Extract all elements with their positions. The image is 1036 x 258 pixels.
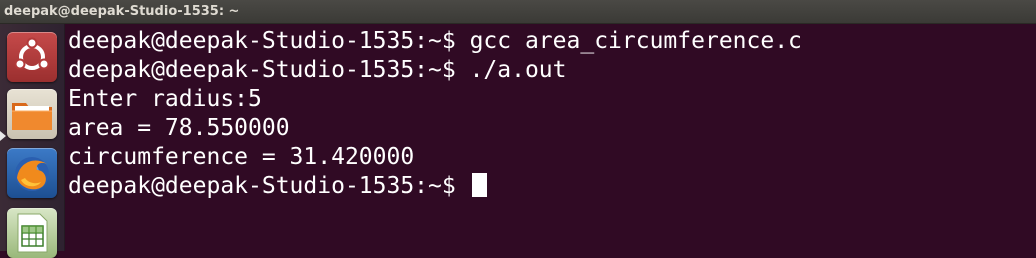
folder-icon xyxy=(12,103,52,130)
terminal-line: deepak@deepak-Studio-1535:~$ ./a.out xyxy=(68,57,567,83)
terminal-line: area = 78.550000 xyxy=(68,115,290,141)
unity-launcher xyxy=(0,24,65,258)
active-indicator xyxy=(0,131,6,141)
ubuntu-logo-icon xyxy=(14,37,50,70)
launcher-item-firefox[interactable] xyxy=(7,148,57,198)
window-titlebar[interactable]: deepak@deepak-Studio-1535: ~ xyxy=(0,0,1036,24)
terminal-line: deepak@deepak-Studio-1535:~$ gcc area_ci… xyxy=(68,28,802,54)
firefox-icon xyxy=(15,157,49,191)
terminal-line: circumference = 31.420000 xyxy=(68,144,415,170)
terminal-prompt-line[interactable]: deepak@deepak-Studio-1535:~$ xyxy=(68,172,487,201)
terminal-prompt: deepak@deepak-Studio-1535:~$ xyxy=(68,173,470,199)
terminal-line: Enter radius:5 xyxy=(68,86,262,112)
window-title: deepak@deepak-Studio-1535: ~ xyxy=(4,4,240,19)
launcher-item-files[interactable] xyxy=(7,89,57,139)
terminal-output[interactable]: deepak@deepak-Studio-1535:~$ gcc area_ci… xyxy=(66,24,1036,251)
launcher-item-dash-home[interactable] xyxy=(7,32,57,82)
text-cursor xyxy=(471,173,487,197)
